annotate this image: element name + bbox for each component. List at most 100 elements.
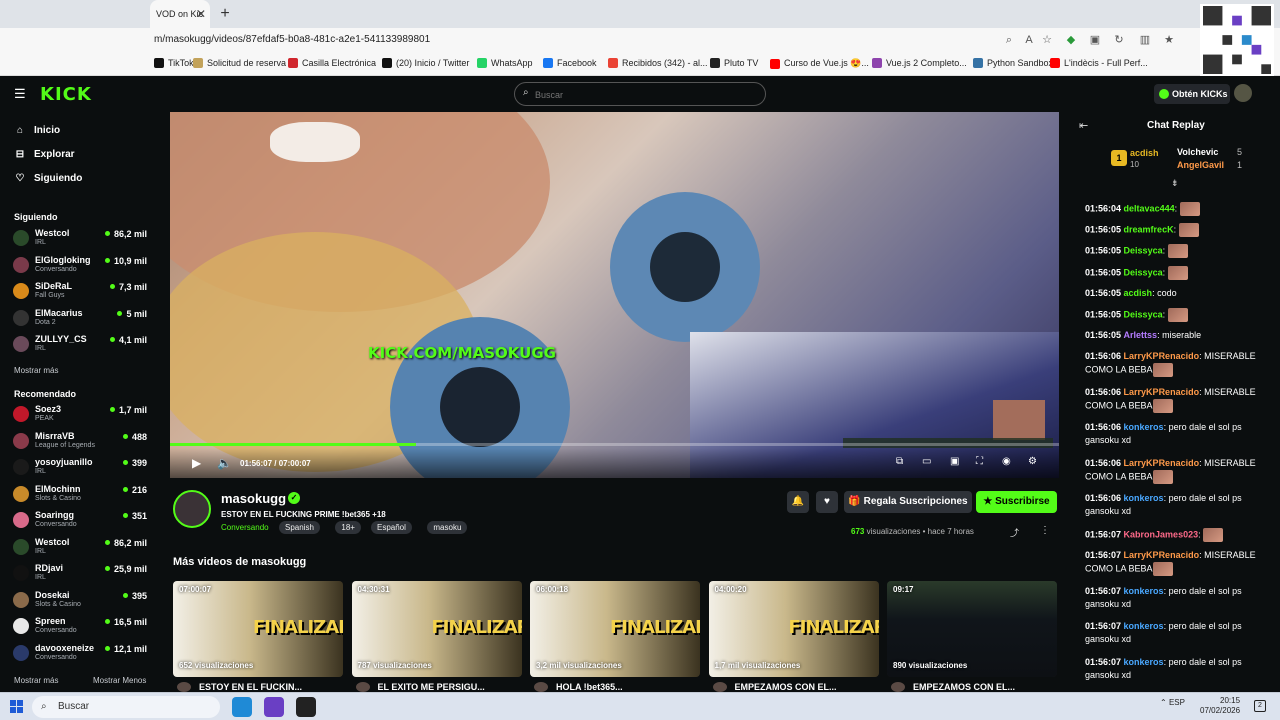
notification-center-icon[interactable]: 2 bbox=[1254, 700, 1266, 712]
taskbar-clock[interactable]: 20:15 07/02/2026 bbox=[1200, 696, 1240, 716]
pip-icon[interactable]: ▣ bbox=[950, 456, 959, 467]
leader-name-1[interactable]: acdish bbox=[1130, 148, 1159, 158]
chat-username[interactable]: deltavac444 bbox=[1124, 203, 1175, 213]
show-less-link[interactable]: Mostrar Menos bbox=[93, 676, 146, 685]
sidebar-channel[interactable]: ElMacarius Dota 2 5 mil bbox=[13, 306, 147, 330]
show-more-link[interactable]: Mostrar más bbox=[14, 366, 58, 375]
chat-username[interactable]: konkeros bbox=[1124, 586, 1164, 596]
bookmark-item[interactable]: Python Sandbox bbox=[973, 58, 1053, 68]
leader-name-3[interactable]: AngelGavil bbox=[1177, 160, 1224, 170]
video-title[interactable]: EL EXITO ME PERSIGU... bbox=[355, 682, 485, 692]
leader-name-2[interactable]: Volchevic bbox=[1177, 147, 1218, 157]
chat-username[interactable]: konkeros bbox=[1124, 422, 1164, 432]
sidebar-channel[interactable]: MisrraVB League of Legends 488 bbox=[13, 429, 147, 453]
gift-subs-button[interactable]: 🎁 Regala Suscripciones bbox=[844, 491, 972, 513]
chat-username[interactable]: konkeros bbox=[1124, 657, 1164, 667]
stream-tag[interactable]: 18+ bbox=[335, 521, 361, 534]
share-icon[interactable]: ⤴ bbox=[1010, 526, 1019, 539]
sidebar-channel[interactable]: Westcol IRL 86,2 mil bbox=[13, 535, 147, 559]
notification-bell-button[interactable]: 🔔 bbox=[787, 491, 809, 513]
volume-icon[interactable]: 🔈 bbox=[217, 456, 232, 470]
bookmark-item[interactable]: Pluto TV bbox=[710, 58, 758, 68]
stream-tag[interactable]: masoku bbox=[427, 521, 468, 534]
sidebar-channel[interactable]: yosoyjuanillo IRL 399 bbox=[13, 455, 147, 479]
sidebar-item-explorar[interactable]: ⊟ Explorar bbox=[14, 149, 75, 160]
windows-start-icon[interactable] bbox=[10, 700, 23, 713]
get-kicks-button[interactable]: Obtén KICKs bbox=[1154, 84, 1230, 104]
edge-app-icon[interactable] bbox=[232, 697, 252, 717]
bookmark-item[interactable]: WhatsApp bbox=[477, 58, 533, 68]
video-title[interactable]: EMPEZAMOS CON EL... bbox=[891, 682, 1015, 692]
video-card[interactable]: FINALIZAR 06:00:18 3,2 mil visualizaciones bbox=[530, 581, 700, 677]
expand-leaderboard-icon[interactable]: ⇟ bbox=[1171, 178, 1179, 189]
chat-username[interactable]: konkeros bbox=[1124, 621, 1164, 631]
show-more-link[interactable]: Mostrar más bbox=[14, 676, 58, 685]
favorites-icon[interactable]: ★ bbox=[1162, 33, 1176, 47]
sidebar-channel[interactable]: RDjavi IRL 25,9 mil bbox=[13, 561, 147, 585]
bookmark-item[interactable]: (20) Inicio / Twitter bbox=[382, 58, 469, 68]
subscribe-button[interactable]: ★ Suscribirse bbox=[976, 491, 1057, 513]
sidebar-channel[interactable]: SiDeRaL Fall Guys 7,3 mil bbox=[13, 279, 147, 303]
chat-username[interactable]: konkeros bbox=[1124, 493, 1164, 503]
bookmark-item[interactable]: Curso de Vue.js 😍... bbox=[770, 58, 869, 69]
chat-username[interactable]: LarryKPRenacido bbox=[1124, 387, 1200, 397]
clip-icon[interactable]: ⧉ bbox=[896, 456, 903, 467]
bookmark-item[interactable]: Casilla Electrónica bbox=[288, 58, 376, 68]
search-box[interactable]: ⌕ bbox=[514, 82, 766, 106]
split-screen-icon[interactable]: ▥ bbox=[1138, 33, 1152, 47]
read-aloud-icon[interactable]: A bbox=[1022, 33, 1036, 47]
chat-username[interactable]: Deissyca bbox=[1124, 246, 1163, 256]
progress-bar[interactable] bbox=[170, 443, 1059, 446]
video-player[interactable]: ▶ 🔈 01:56:07 / 07:00:07 ⧉ ▭ ▣ ⛶ ◉ ⚙ bbox=[170, 112, 1059, 478]
app-icon-2[interactable] bbox=[264, 697, 284, 717]
tray-language[interactable]: ⌃ ESP bbox=[1160, 698, 1185, 707]
sidebar-channel[interactable]: Soaringg Conversando 351 bbox=[13, 508, 147, 532]
close-tab-icon[interactable]: ✕ bbox=[194, 0, 208, 28]
chevron-up-icon[interactable]: ⌃ bbox=[1160, 698, 1169, 707]
sidebar-channel[interactable]: Westcol IRL 86,2 mil bbox=[13, 226, 147, 250]
collapse-chat-icon[interactable]: ⇤ bbox=[1079, 119, 1088, 132]
sidebar-channel[interactable]: ZULLYY_CS IRL 4,1 mil bbox=[13, 332, 147, 356]
bookmark-item[interactable]: Vue.js 2 Completo... bbox=[872, 58, 967, 68]
more-options-icon[interactable]: ⋮ bbox=[1040, 525, 1050, 536]
new-tab-icon[interactable]: + bbox=[216, 5, 234, 23]
channel-name[interactable]: masokugg bbox=[221, 491, 286, 506]
sidebar-channel[interactable]: Spreen Conversando 16,5 mil bbox=[13, 614, 147, 638]
chat-username[interactable]: dreamfrecK bbox=[1124, 225, 1174, 235]
video-card[interactable]: 09:17 890 visualizaciones bbox=[887, 581, 1057, 677]
taskbar-search[interactable]: ⌕ Buscar bbox=[32, 696, 220, 718]
extensions-icon[interactable]: ▣ bbox=[1088, 33, 1102, 47]
video-title[interactable]: ESTOY EN EL FUCKIN... bbox=[177, 682, 302, 692]
video-title[interactable]: HOLA !bet365... bbox=[534, 682, 623, 692]
search-input[interactable] bbox=[535, 88, 755, 102]
bookmark-item[interactable]: Recibidos (342) - al... bbox=[608, 58, 708, 68]
favorite-star-icon[interactable]: ☆ bbox=[1040, 33, 1054, 47]
app-icon-3[interactable] bbox=[296, 697, 316, 717]
sidebar-channel[interactable]: ElGlogloking Conversando 10,9 mil bbox=[13, 253, 147, 277]
chat-username[interactable]: LarryKPRenacido bbox=[1124, 550, 1200, 560]
chat-username[interactable]: KabronJames023 bbox=[1124, 529, 1199, 539]
play-icon[interactable]: ▶ bbox=[192, 456, 201, 470]
bookmark-item[interactable]: Facebook bbox=[543, 58, 597, 68]
chat-username[interactable]: LarryKPRenacido bbox=[1124, 351, 1200, 361]
channel-avatar[interactable] bbox=[173, 490, 211, 528]
bookmark-item[interactable]: TikTok bbox=[154, 58, 194, 68]
chat-username[interactable]: Deissyca bbox=[1124, 309, 1163, 319]
video-card[interactable]: FINALIZAR 04:00:20 1,7 mil visualizaciones bbox=[708, 581, 879, 677]
sidebar-channel[interactable]: Dosekai Slots & Casino 395 bbox=[13, 588, 147, 612]
sidebar-channel[interactable]: Soez3 PEAK 1,7 mil bbox=[13, 402, 147, 426]
hamburger-menu-icon[interactable]: ☰ bbox=[14, 87, 28, 100]
settings-gear-icon[interactable]: ⚙ bbox=[1028, 456, 1037, 467]
extension-icon[interactable]: ◆ bbox=[1064, 33, 1078, 47]
refresh-icon[interactable]: ↻ bbox=[1112, 33, 1126, 47]
sidebar-channel[interactable]: davooxeneize Conversando 12,1 mil bbox=[13, 641, 147, 665]
stream-tag[interactable]: Spanish bbox=[279, 521, 320, 534]
stream-category[interactable]: Conversando bbox=[221, 523, 269, 532]
chat-username[interactable]: acdish bbox=[1124, 288, 1153, 298]
chat-username[interactable]: Arlettss bbox=[1124, 330, 1158, 340]
video-title[interactable]: EMPEZAMOS CON EL... bbox=[712, 682, 837, 692]
follow-heart-button[interactable]: ♥ bbox=[816, 491, 838, 513]
video-card[interactable]: FINALIZAR 04:30:31 787 visualizaciones bbox=[351, 581, 522, 677]
fullscreen-icon[interactable]: ⛶ bbox=[976, 456, 983, 467]
sidebar-item-siguiendo[interactable]: ♡ Siguiendo bbox=[14, 173, 83, 184]
